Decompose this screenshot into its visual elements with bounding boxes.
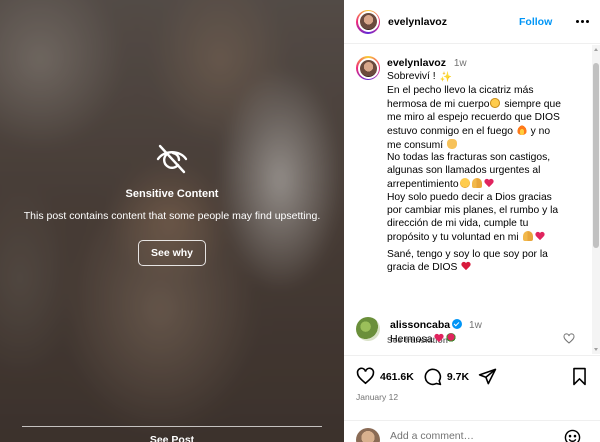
caption-line: hermosa de mi cuerpo xyxy=(387,98,490,110)
caption-header: evelynlavoz 1w xyxy=(387,57,467,69)
add-comment-bar xyxy=(344,420,600,442)
sensitive-title: Sensitive Content xyxy=(125,188,219,200)
caption-line: dirección de mi vida, cumple tu xyxy=(387,217,529,229)
red-heart-emoji xyxy=(535,232,545,241)
comment-body: Hermosa xyxy=(390,333,433,345)
eye-slash-icon xyxy=(156,144,188,174)
heart-emoji xyxy=(434,334,444,343)
crying-emoji xyxy=(459,178,470,189)
sensitive-content-notice: Sensitive Content This post contains con… xyxy=(0,138,344,266)
praying-hands-emoji xyxy=(471,178,482,189)
add-comment-input[interactable] xyxy=(390,430,550,442)
caption-avatar[interactable] xyxy=(356,56,380,80)
header-username[interactable]: evelynlavoz xyxy=(388,16,447,28)
post-actions-section: 461.6K 9.7K January 12 xyxy=(344,355,600,442)
post-side-panel: evelynlavoz Follow evelynlavoz 1w Sobrev… xyxy=(344,0,600,442)
caption-line: Hoy solo puedo decir a Dios gracias xyxy=(387,192,552,204)
sensitive-description: This post contains content that some peo… xyxy=(23,210,321,222)
caption-time: 1w xyxy=(453,58,467,69)
post-date[interactable]: January 12 xyxy=(356,392,398,402)
caption-line: Sané, tengo y soy lo que soy por la xyxy=(387,248,548,260)
see-post-button[interactable]: See Post xyxy=(0,434,344,442)
caption-line: y no xyxy=(527,125,551,137)
verified-badge-icon xyxy=(452,319,463,329)
praying-hands-emoji xyxy=(522,230,533,241)
comment-header: alissoncaba 1w xyxy=(390,319,482,331)
comment-text: Hermosa xyxy=(390,333,457,345)
post-header: evelynlavoz Follow xyxy=(344,0,600,44)
caption-line: me miro al espejo recuerdo que DIOS xyxy=(387,111,560,123)
caption-text: Sobreviví ! ✨ En el pecho llevo la cicat… xyxy=(387,71,587,275)
heart-icon[interactable] xyxy=(356,367,375,386)
comment-username[interactable]: alissoncaba xyxy=(390,319,450,331)
caption-line: En el pecho llevo la cicatriz más xyxy=(387,84,534,96)
caption-line: algunas son llamados urgentes al xyxy=(387,165,541,177)
caption-line: arrepentimiento xyxy=(387,179,459,191)
comments-list[interactable]: evelynlavoz 1w Sobreviví ! ✨ En el pecho… xyxy=(344,45,600,354)
more-horizontal-icon[interactable] xyxy=(576,20,589,23)
bookmark-icon[interactable] xyxy=(570,367,589,386)
caption-line: me consumí xyxy=(387,139,444,151)
fire-emoji xyxy=(516,124,527,135)
caption-line: gracia de DIOS xyxy=(387,261,458,273)
divider xyxy=(22,426,322,427)
scroll-up-icon[interactable] xyxy=(594,48,598,51)
see-why-button[interactable]: See why xyxy=(138,240,206,266)
caption-line: No todas las fracturas son castigos, xyxy=(387,152,551,164)
caption-line: Sobreviví ! xyxy=(387,71,439,82)
red-heart-emoji xyxy=(484,179,494,188)
scroll-down-icon[interactable] xyxy=(594,348,598,351)
heart-icon[interactable] xyxy=(563,333,575,345)
caption-line: siempre que xyxy=(501,98,561,110)
sparkles-emoji: ✨ xyxy=(439,72,452,83)
comment-time: 1w xyxy=(469,320,482,331)
action-bar: 461.6K 9.7K xyxy=(356,367,497,386)
post-media[interactable]: Sensitive Content This post contains con… xyxy=(0,0,344,442)
avatar-image xyxy=(357,11,379,32)
scrollbar-thumb[interactable] xyxy=(593,63,599,248)
comments-count[interactable]: 9.7K xyxy=(447,371,469,383)
follow-button[interactable]: Follow xyxy=(519,16,552,28)
send-icon[interactable] xyxy=(478,367,497,386)
avatar-image xyxy=(357,57,379,79)
avatar[interactable] xyxy=(356,9,380,34)
caption-line: estuvo conmigo en el fuego xyxy=(387,125,513,137)
comment-bubble-icon[interactable] xyxy=(423,367,442,386)
rose-emoji xyxy=(445,333,456,343)
ok-hand-emoji xyxy=(446,138,457,149)
scrollbar[interactable] xyxy=(592,45,600,354)
avatar xyxy=(356,428,380,442)
caption-line: propósito y tu voluntad en mi xyxy=(387,231,519,243)
avatar[interactable] xyxy=(356,317,380,341)
likes-count[interactable]: 461.6K xyxy=(380,371,414,383)
smiling-emoji xyxy=(490,97,501,108)
mending-heart-emoji xyxy=(461,262,471,271)
caption-line: por cambiar mis planes, el rumbo y la xyxy=(387,205,559,217)
caption-username[interactable]: evelynlavoz xyxy=(387,57,446,69)
smiley-icon[interactable] xyxy=(564,429,581,442)
